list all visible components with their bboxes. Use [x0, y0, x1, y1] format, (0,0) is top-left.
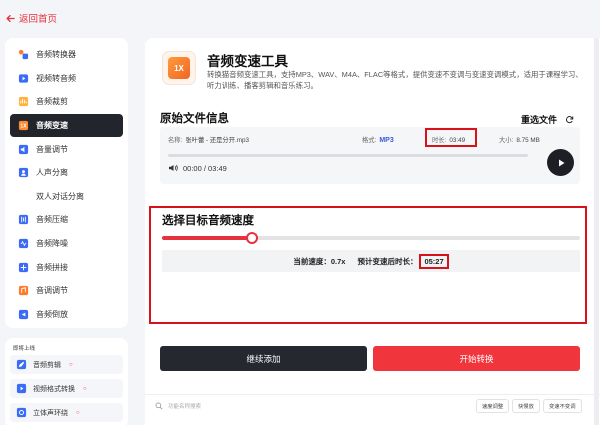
playback-controls: 00:00 / 03:49 — [168, 163, 227, 173]
feature-search[interactable]: 功能名称搜索 — [155, 402, 201, 410]
speed-info-bar: 当前速度： 0.7x 预计变速后时长： 05:27 — [162, 250, 580, 272]
video-audio-icon — [18, 73, 29, 84]
footer-divider — [145, 394, 600, 395]
continue-add-button[interactable]: 继续添加 — [160, 346, 367, 371]
sidebar-item-audio-converter[interactable]: 音频转换器 — [10, 43, 123, 67]
merge-icon — [18, 262, 29, 273]
arrow-left-icon — [6, 14, 15, 22]
audio-edit-icon — [16, 359, 27, 370]
sidebar-item-label: 音频拼接 — [36, 262, 68, 272]
coming-soon-item-audio-edit[interactable]: 音频剪辑 ○ — [10, 355, 123, 374]
sidebar: 音频转换器 视频转音频 音频裁剪 1X 音频变速 音量调节 人声分离 双人对话分… — [5, 38, 128, 328]
file-info-box: 名称: 张叶蕾 - 还是分开.mp3 格式: MP3 时长: 03:49 大小: 8.7… — [160, 127, 580, 184]
page-title: 音频变速工具 — [207, 54, 288, 69]
tag-chip-speed-adjust[interactable]: 速度调整 — [476, 399, 510, 413]
video-format-icon — [16, 383, 27, 394]
new-dot-icon: ○ — [83, 385, 87, 392]
target-speed-section: 选择目标音频速度 当前速度： 0.7x 预计变速后时长： 05:27 — [149, 206, 587, 324]
dialog-split-icon — [18, 191, 29, 202]
volume-icon — [18, 144, 29, 155]
playback-time: 00:00 / 03:49 — [183, 163, 227, 173]
coming-soon-item-stereo[interactable]: 立体声环绕 ○ — [10, 403, 123, 422]
play-icon — [558, 159, 564, 166]
sidebar-item-label: 人声分离 — [36, 168, 68, 178]
scrollbar[interactable] — [594, 38, 599, 425]
sidebar-item-volume[interactable]: 音量调节 — [10, 137, 123, 161]
speed-icon: 1X — [18, 120, 29, 131]
file-name: 名称: 张叶蕾 - 还是分开.mp3 — [168, 137, 250, 144]
coming-soon-label: 音频剪辑 — [33, 361, 61, 369]
target-speed-title: 选择目标音频速度 — [162, 215, 254, 227]
search-placeholder: 功能名称搜索 — [168, 404, 202, 410]
sidebar-item-denoise[interactable]: 音频降噪 — [10, 232, 123, 256]
sidebar-item-audio-cut[interactable]: 音频裁剪 — [10, 90, 123, 114]
sidebar-item-label: 音频裁剪 — [36, 97, 68, 107]
speaker-icon[interactable] — [168, 163, 178, 173]
audio-cut-icon — [18, 96, 29, 107]
denoise-icon — [18, 238, 29, 249]
back-home-link[interactable]: 返回首页 — [6, 11, 57, 25]
coming-soon-panel: 即将上线 音频剪辑 ○ 视频格式转换 ○ 立体声环绕 ○ — [5, 338, 128, 425]
audio-convert-icon — [18, 49, 29, 60]
sidebar-item-label: 音频降噪 — [36, 239, 68, 249]
stereo-icon — [16, 407, 27, 418]
speed-tool-icon: 1X — [163, 52, 195, 84]
tag-chip-keep-pitch[interactable]: 变速不变调 — [543, 399, 582, 413]
sidebar-item-dialog-split[interactable]: 双人对话分离 — [10, 185, 123, 209]
sidebar-item-label: 双人对话分离 — [36, 191, 84, 201]
reselect-file-button[interactable]: 重选文件 — [521, 113, 574, 126]
pitch-icon — [18, 285, 29, 296]
current-speed-value: 0.7x — [330, 256, 346, 266]
reverse-icon — [18, 309, 29, 320]
sidebar-item-label: 音频转换器 — [36, 50, 76, 60]
speed-tool-icon-text: 1X — [168, 57, 190, 79]
sidebar-item-label: 音量调节 — [36, 144, 68, 154]
voice-split-icon — [18, 167, 29, 178]
sidebar-item-label: 音频压缩 — [36, 215, 68, 225]
svg-text:1X: 1X — [20, 124, 27, 130]
coming-soon-item-video-format[interactable]: 视频格式转换 ○ — [10, 379, 123, 398]
reselect-file-label: 重选文件 — [521, 115, 558, 125]
new-dot-icon: ○ — [76, 409, 80, 416]
main-panel: 1X 音频变速工具 转换猫音频变速工具，支持MP3、WAV、M4A、FLAC等格… — [145, 38, 600, 425]
top-bar: 返回首页 — [0, 0, 600, 34]
start-convert-button[interactable]: 开始转换 — [373, 346, 580, 371]
sidebar-item-label: 视频转音频 — [36, 73, 76, 83]
tag-chip-fast-slow[interactable]: 快慢放 — [512, 399, 540, 413]
sidebar-item-label: 音频变速 — [36, 121, 68, 131]
sidebar-item-video-to-audio[interactable]: 视频转音频 — [10, 67, 123, 91]
search-icon — [155, 402, 163, 410]
speed-slider-fill — [162, 236, 252, 240]
estimated-duration-label: 预计变速后时长： — [357, 256, 418, 266]
speed-slider-thumb[interactable] — [245, 232, 258, 244]
coming-soon-label: 立体声环绕 — [33, 409, 68, 417]
sidebar-item-label: 音频倒放 — [36, 309, 68, 319]
sidebar-item-audio-speed[interactable]: 1X 音频变速 — [10, 113, 123, 138]
speed-slider[interactable] — [162, 232, 580, 244]
file-size: 大小: 8.75 MB — [499, 137, 540, 144]
estimated-duration-value: 05:27 — [419, 253, 449, 269]
duration-highlight-box — [425, 128, 477, 147]
sidebar-item-compress[interactable]: 音频压缩 — [10, 208, 123, 232]
playback-progress-bar[interactable] — [168, 154, 528, 157]
file-format: 格式: MP3 — [362, 137, 394, 144]
sidebar-item-voice-split[interactable]: 人声分离 — [10, 161, 123, 185]
original-file-title: 原始文件信息 — [160, 113, 229, 125]
play-button[interactable] — [547, 149, 574, 176]
page-description: 转换猫音频变速工具，支持MP3、WAV、M4A、FLAC等格式，提供变速不变调与… — [207, 70, 583, 90]
compress-icon — [18, 214, 29, 225]
refresh-icon — [566, 116, 574, 124]
coming-soon-label: 视频格式转换 — [33, 385, 75, 393]
new-dot-icon: ○ — [69, 361, 73, 368]
sidebar-item-pitch[interactable]: 音调调节 — [10, 279, 123, 303]
coming-soon-title: 即将上线 — [13, 346, 36, 352]
current-speed-label: 当前速度： — [293, 256, 331, 266]
back-home-label: 返回首页 — [19, 14, 58, 25]
sidebar-item-merge[interactable]: 音频拼接 — [10, 255, 123, 279]
sidebar-item-label: 音调调节 — [36, 286, 68, 296]
sidebar-item-reverse[interactable]: 音频倒放 — [10, 303, 123, 327]
